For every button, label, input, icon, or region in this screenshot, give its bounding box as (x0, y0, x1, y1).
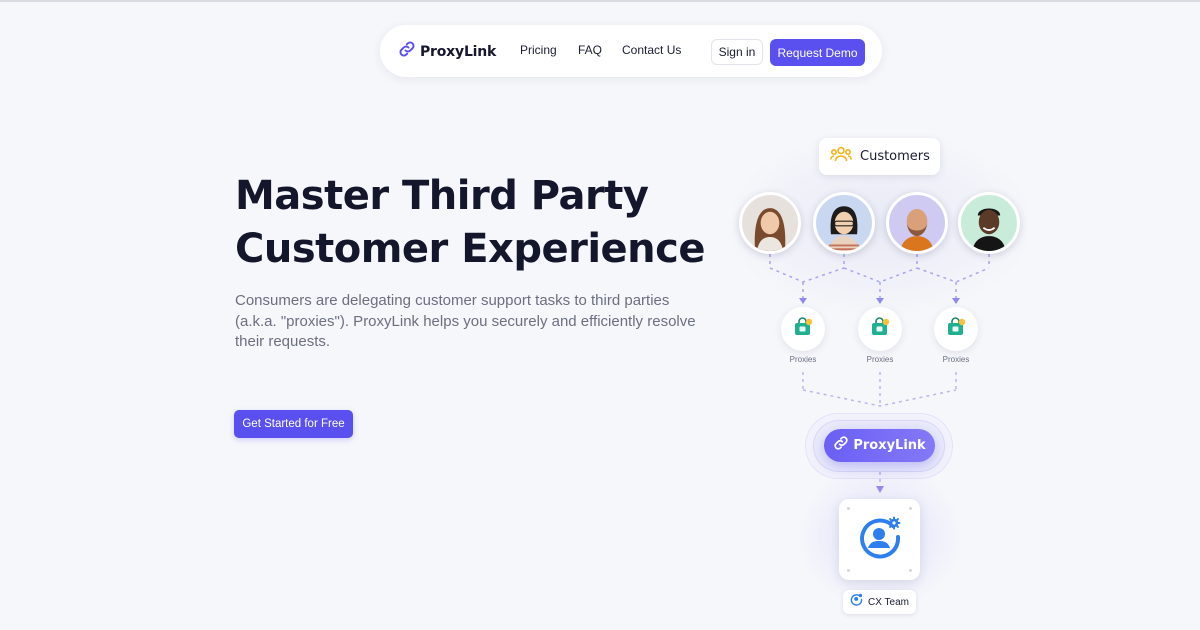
nav-link-faq[interactable]: FAQ (578, 43, 602, 57)
top-navbar: ProxyLink Pricing FAQ Contact Us Sign in… (380, 25, 882, 77)
proxy-node (858, 307, 902, 351)
proxy-node (781, 307, 825, 351)
hero-title: Master Third Party Customer Experience (235, 170, 715, 276)
link-icon (398, 40, 416, 63)
card-dot (909, 507, 912, 510)
customer-avatar (958, 192, 1020, 254)
nav-link-pricing[interactable]: Pricing (520, 43, 557, 57)
hero-subtitle: Consumers are delegating customer suppor… (235, 292, 696, 350)
proxy-node (934, 307, 978, 351)
card-dot (847, 507, 850, 510)
hub-label: ProxyLink (853, 438, 926, 453)
hero-title-line-1: Master Third Party (235, 173, 649, 219)
customers-label: Customers (860, 149, 930, 164)
cx-team-chip: CX Team (843, 590, 916, 614)
card-dot (847, 569, 850, 572)
proxy-label: Proxies (942, 355, 970, 364)
customers-icon (830, 146, 852, 167)
brand-name: ProxyLink (420, 43, 497, 60)
customer-avatar (813, 192, 875, 254)
cx-team-icon (857, 514, 903, 565)
cx-team-icon (850, 593, 863, 611)
link-icon (833, 435, 849, 456)
customer-avatar (886, 192, 948, 254)
nav-link-contact[interactable]: Contact Us (622, 43, 681, 57)
customers-chip: Customers (819, 138, 940, 175)
gear-icon (887, 516, 900, 530)
proxy-label: Proxies (789, 355, 817, 364)
cx-team-card (839, 499, 920, 580)
get-started-button[interactable]: Get Started for Free (234, 410, 353, 438)
customer-avatar (739, 192, 801, 254)
proxy-bag-icon (946, 316, 966, 342)
proxy-label: Proxies (866, 355, 894, 364)
card-dot (909, 569, 912, 572)
proxy-bag-icon (793, 316, 813, 342)
brand-logo[interactable]: ProxyLink (398, 40, 496, 63)
proxy-bag-icon (870, 316, 890, 342)
sign-in-button[interactable]: Sign in (711, 39, 763, 65)
hero-title-line-2: Customer Experience (235, 226, 705, 272)
request-demo-button[interactable]: Request Demo (770, 39, 865, 66)
cx-team-label: CX Team (868, 596, 909, 608)
